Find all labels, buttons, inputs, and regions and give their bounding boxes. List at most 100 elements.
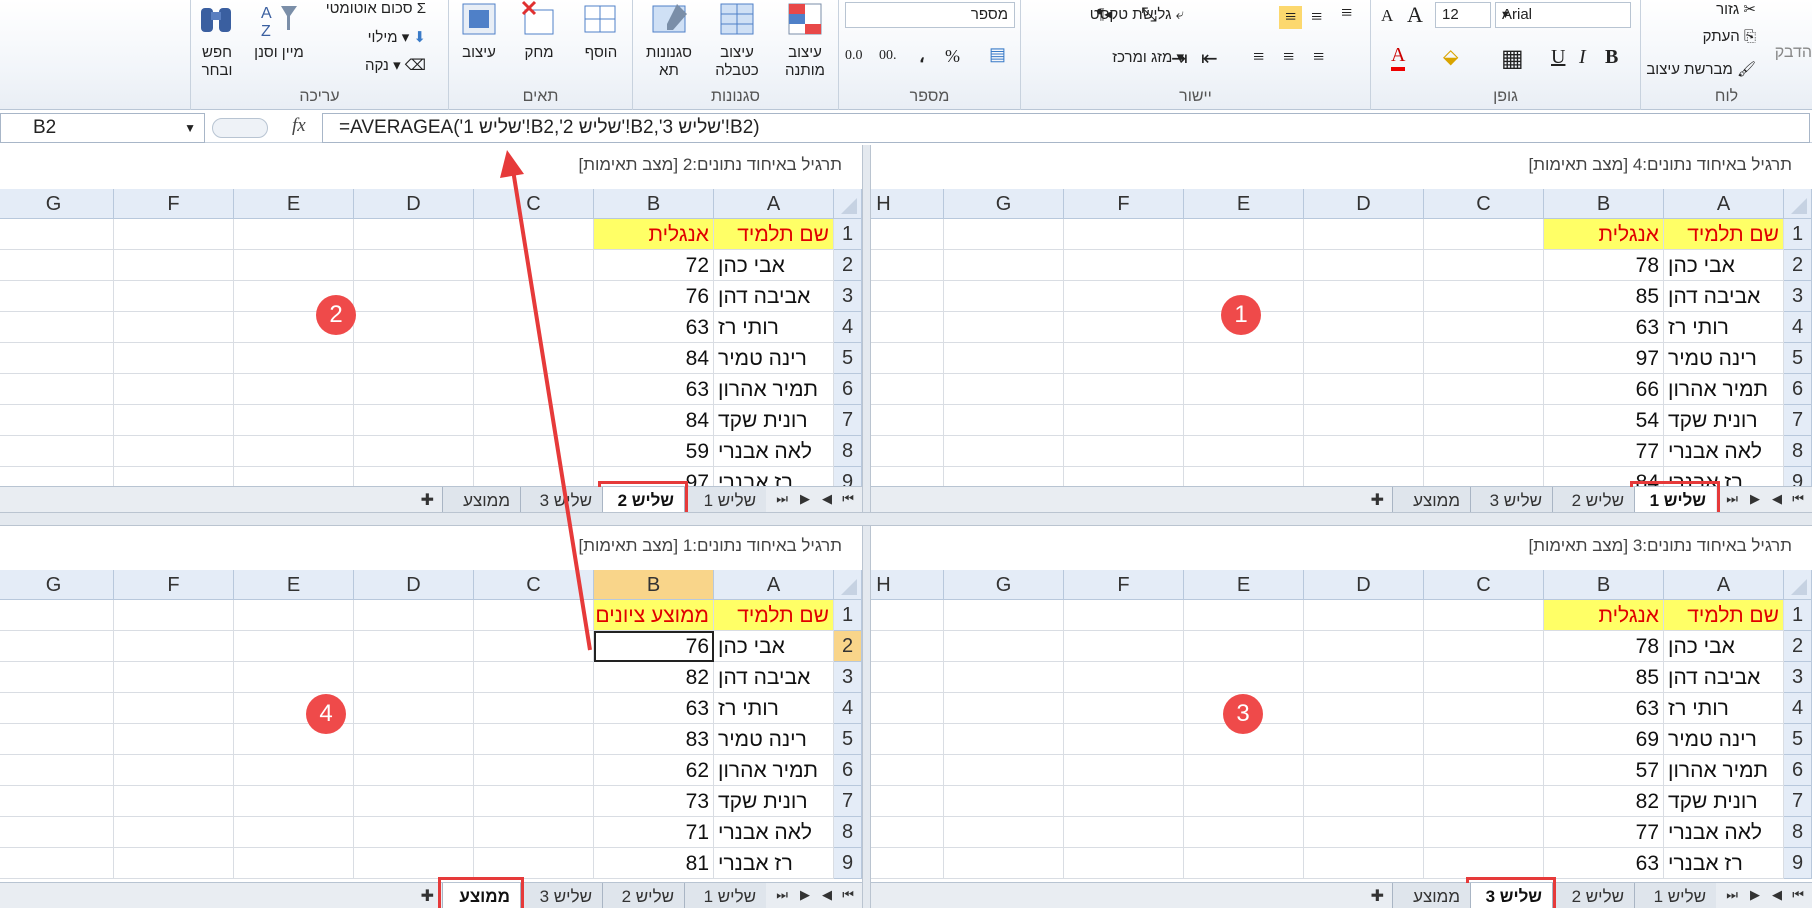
cell-f6[interactable]	[1064, 374, 1184, 405]
align-bottom-icon[interactable]: ≡	[1341, 2, 1352, 25]
column-header-f[interactable]: F	[1064, 570, 1184, 600]
cell-c5[interactable]	[474, 343, 594, 374]
cell-a3[interactable]: אביבה דהן	[714, 281, 834, 312]
cell-e6[interactable]	[1184, 374, 1304, 405]
cell-d7[interactable]	[1304, 405, 1424, 436]
row-header-8[interactable]: 8	[834, 436, 862, 467]
align-right-icon[interactable]: ≡	[1253, 46, 1264, 69]
row-header-2[interactable]: 2	[1784, 631, 1812, 662]
row-header-7[interactable]: 7	[834, 786, 862, 817]
cell-f8[interactable]	[114, 436, 234, 467]
cell-d5[interactable]	[1304, 724, 1424, 755]
cell-g5[interactable]	[944, 343, 1064, 374]
cell-a2[interactable]: אבי כהן	[714, 250, 834, 281]
cell-c7[interactable]	[1424, 405, 1544, 436]
row-header-7[interactable]: 7	[1784, 405, 1812, 436]
first-sheet-icon[interactable]: ⏮	[842, 887, 854, 903]
italic-button[interactable]: I	[1579, 46, 1586, 69]
cell-d7[interactable]	[354, 405, 474, 436]
cell-c7[interactable]	[1424, 786, 1544, 817]
row-header-4[interactable]: 4	[1784, 312, 1812, 343]
cell-c2[interactable]	[474, 631, 594, 662]
cell-f8[interactable]	[1064, 817, 1184, 848]
last-sheet-icon[interactable]: ⏭	[776, 887, 788, 903]
cell-b8[interactable]: 71	[594, 817, 714, 848]
align-top-icon[interactable]: ≡	[1311, 6, 1322, 29]
cell-g2[interactable]	[944, 250, 1064, 281]
cell-g7[interactable]	[944, 786, 1064, 817]
cell-d2[interactable]	[1304, 250, 1424, 281]
cell-e1[interactable]	[1184, 600, 1304, 631]
cell-a4[interactable]: רותי רז	[1664, 693, 1784, 724]
cell-a2[interactable]: אבי כהן	[1664, 250, 1784, 281]
cell-b9[interactable]: 81	[594, 848, 714, 879]
cell-f5[interactable]	[114, 724, 234, 755]
column-header-b[interactable]: B	[594, 189, 714, 219]
prev-sheet-icon[interactable]: ◀	[822, 887, 832, 903]
cell-e7[interactable]	[1184, 405, 1304, 436]
cell-b6[interactable]: 57	[1544, 755, 1664, 786]
column-header-f[interactable]: F	[114, 189, 234, 219]
sheet-tab-2[interactable]: שליש 2	[1552, 883, 1634, 908]
prev-sheet-icon[interactable]: ◀	[822, 491, 832, 507]
cell-h2[interactable]	[871, 250, 944, 281]
cell-g5[interactable]	[0, 343, 114, 374]
delete-cells-button[interactable]: מחק	[507, 0, 571, 62]
cell-a7[interactable]: רונית שקד	[1664, 405, 1784, 436]
bold-button[interactable]: B	[1605, 46, 1618, 69]
column-header-f[interactable]: F	[114, 570, 234, 600]
cell-e7[interactable]	[234, 786, 354, 817]
decrease-indent-icon[interactable]: ⇤	[1201, 46, 1218, 71]
cell-d5[interactable]	[354, 343, 474, 374]
cell-c8[interactable]	[1424, 817, 1544, 848]
column-header-d[interactable]: D	[1304, 570, 1424, 600]
cell-b3[interactable]: 76	[594, 281, 714, 312]
cell-b5[interactable]: 97	[1544, 343, 1664, 374]
cut-button[interactable]: גזור ✂	[1716, 0, 1756, 18]
cell-g1[interactable]	[0, 600, 114, 631]
clear-button[interactable]: נקה ▾ ⌫	[365, 56, 426, 74]
cell-b8[interactable]: 77	[1544, 817, 1664, 848]
row-header-4[interactable]: 4	[834, 312, 862, 343]
cell-d9[interactable]	[354, 848, 474, 879]
font-size-combo[interactable]: 12	[1435, 2, 1491, 28]
cell-a6[interactable]: תמיר אהרון	[1664, 755, 1784, 786]
row-header-5[interactable]: 5	[834, 724, 862, 755]
cell-b7[interactable]: 82	[1544, 786, 1664, 817]
cell-f4[interactable]	[114, 312, 234, 343]
last-sheet-icon[interactable]: ⏭	[1726, 887, 1738, 903]
increase-decimal-button[interactable]: 00.	[879, 48, 897, 64]
cell-c6[interactable]	[1424, 374, 1544, 405]
fill-color-icon[interactable]: ⬙	[1443, 44, 1458, 69]
cell-g4[interactable]	[0, 312, 114, 343]
align-middle-icon[interactable]: ≡	[1279, 6, 1303, 29]
sheet-tab-1[interactable]: שליש 1	[684, 883, 766, 908]
formula-input[interactable]: =AVERAGEA('שליש 1'!B2,'שליש 2'!B2,'שליש …	[322, 113, 1810, 143]
cell-h2[interactable]	[871, 631, 944, 662]
cell-h6[interactable]	[871, 374, 944, 405]
cell-h9[interactable]	[871, 848, 944, 879]
cell-d4[interactable]	[354, 693, 474, 724]
column-header-e[interactable]: E	[1184, 189, 1304, 219]
sheet-tab-3[interactable]: שליש 3	[520, 883, 602, 908]
cell-a1[interactable]: שם תלמיד	[714, 219, 834, 250]
cell-c4[interactable]	[1424, 693, 1544, 724]
cell-g1[interactable]	[944, 219, 1064, 250]
cell-b6[interactable]: 66	[1544, 374, 1664, 405]
cell-c2[interactable]	[474, 250, 594, 281]
format-cells-button[interactable]: עיצוב	[447, 0, 511, 62]
cell-b5[interactable]: 84	[594, 343, 714, 374]
cell-d6[interactable]	[1304, 755, 1424, 786]
cell-f3[interactable]	[114, 662, 234, 693]
cell-f2[interactable]	[1064, 631, 1184, 662]
first-sheet-icon[interactable]: ⏮	[1792, 491, 1804, 507]
cell-c6[interactable]	[1424, 755, 1544, 786]
cell-c9[interactable]	[1424, 848, 1544, 879]
cell-c7[interactable]	[474, 405, 594, 436]
cell-e8[interactable]	[234, 436, 354, 467]
format-painter-button[interactable]: מברשת עיצוב 🖌	[1646, 60, 1756, 78]
cell-c8[interactable]	[1424, 436, 1544, 467]
cell-b3[interactable]: 82	[594, 662, 714, 693]
cell-d4[interactable]	[1304, 312, 1424, 343]
column-header-d[interactable]: D	[354, 189, 474, 219]
